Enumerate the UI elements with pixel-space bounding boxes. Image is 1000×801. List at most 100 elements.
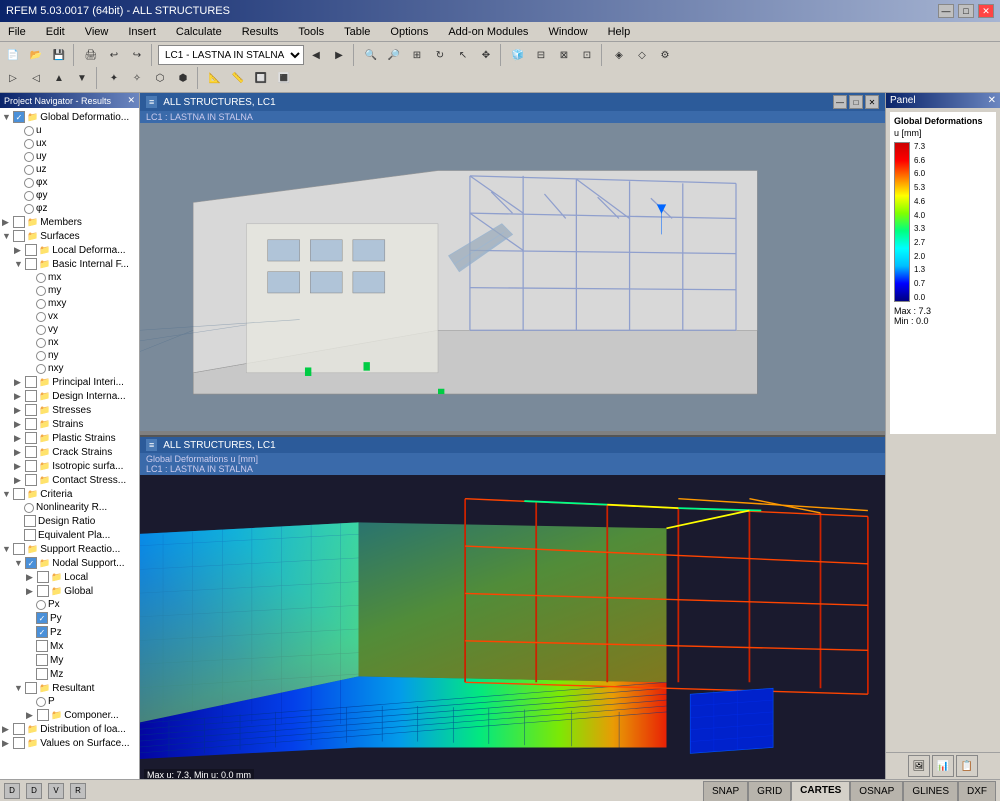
tb2-btn1[interactable]: ▷	[2, 67, 24, 89]
tree-item[interactable]: ▶📁Design Interna...	[2, 389, 137, 403]
tree-item[interactable]: ▶📁Plastic Strains	[2, 431, 137, 445]
tree-folder-check[interactable]	[25, 682, 37, 694]
tree-item[interactable]: Nonlinearity R...	[2, 501, 137, 514]
tree-checkbox[interactable]	[36, 640, 48, 652]
menu-item-results[interactable]: Results	[238, 24, 283, 40]
tb2-btn2[interactable]: ◁	[25, 67, 47, 89]
move-button[interactable]: ✥	[475, 44, 497, 66]
rotate-button[interactable]: ↻	[429, 44, 451, 66]
status-tab-cartes[interactable]: CARTES	[791, 781, 850, 801]
view-top-close-button[interactable]: ✕	[865, 95, 879, 109]
status-indicator-2[interactable]: D	[26, 783, 42, 799]
view-top-max-button[interactable]: □	[849, 95, 863, 109]
tree-folder-check[interactable]	[25, 460, 37, 472]
tree-item[interactable]: ▼📁Surfaces	[2, 229, 137, 243]
render-button[interactable]: ◈	[608, 44, 630, 66]
tree-item[interactable]: mxy	[2, 297, 137, 310]
tree-radio[interactable]	[24, 503, 34, 513]
view-xz-button[interactable]: ⊠	[553, 44, 575, 66]
tree-expand-icon[interactable]: ▼	[14, 259, 24, 269]
tree-folder-check[interactable]	[25, 390, 37, 402]
tree-folder-check[interactable]	[25, 474, 37, 486]
zoom-out-button[interactable]: 🔎	[383, 44, 405, 66]
maximize-button[interactable]: □	[958, 4, 974, 18]
tree-item[interactable]: ▶📁Members	[2, 215, 137, 229]
tree-item[interactable]: ▼📁Resultant	[2, 681, 137, 695]
print-button[interactable]: 🖨	[80, 44, 102, 66]
view-3d-button[interactable]: 🧊	[507, 44, 529, 66]
tree-item[interactable]: nx	[2, 336, 137, 349]
tree-folder-check[interactable]	[13, 543, 25, 555]
tree-folder-check[interactable]	[37, 709, 49, 721]
tree-expand-icon[interactable]: ▶	[14, 391, 24, 402]
tree-checkbox[interactable]: ✓	[36, 626, 48, 638]
tree-item[interactable]: ux	[2, 137, 137, 150]
menu-item-edit[interactable]: Edit	[42, 24, 69, 40]
tree-item[interactable]: P	[2, 695, 137, 708]
tb2-btn10[interactable]: 📏	[227, 67, 249, 89]
tree-folder-check[interactable]	[37, 585, 49, 597]
tree-radio[interactable]	[24, 165, 34, 175]
tree-folder-check[interactable]	[25, 376, 37, 388]
tree-expand-icon[interactable]: ▶	[14, 461, 24, 472]
tree-item[interactable]: uy	[2, 150, 137, 163]
tree-folder-check[interactable]	[25, 258, 37, 270]
tree-item[interactable]: u	[2, 124, 137, 137]
status-tab-grid[interactable]: GRID	[748, 781, 791, 801]
status-indicator-4[interactable]: R	[70, 783, 86, 799]
tree-item[interactable]: My	[2, 653, 137, 667]
tree-expand-icon[interactable]: ▶	[2, 217, 12, 228]
tb2-btn7[interactable]: ⬡	[149, 67, 171, 89]
fit-button[interactable]: ⊞	[406, 44, 428, 66]
menu-item-insert[interactable]: Insert	[124, 24, 160, 40]
tree-radio[interactable]	[24, 204, 34, 214]
tree-radio[interactable]	[24, 178, 34, 188]
tree-expand-icon[interactable]: ▼	[14, 683, 24, 693]
status-indicator-1[interactable]: D	[4, 783, 20, 799]
tree-folder-check[interactable]: ✓	[25, 557, 37, 569]
tree-item[interactable]: ny	[2, 349, 137, 362]
tree-radio[interactable]	[36, 600, 46, 610]
view-yz-button[interactable]: ⊡	[576, 44, 598, 66]
tree-checkbox[interactable]: ✓	[36, 612, 48, 624]
tree-radio[interactable]	[36, 273, 46, 283]
tree-item[interactable]: Px	[2, 598, 137, 611]
wire-button[interactable]: ◇	[631, 44, 653, 66]
tree-item[interactable]: my	[2, 284, 137, 297]
open-button[interactable]: 📂	[25, 44, 47, 66]
tree-radio[interactable]	[24, 191, 34, 201]
tree-folder-check[interactable]	[25, 244, 37, 256]
tree-radio[interactable]	[36, 364, 46, 374]
tb2-btn12[interactable]: 🔳	[273, 67, 295, 89]
tree-expand-icon[interactable]: ▶	[14, 377, 24, 388]
tree-expand-icon[interactable]: ▼	[14, 558, 24, 568]
tree-radio[interactable]	[24, 152, 34, 162]
tree-item[interactable]: ▶📁Crack Strains	[2, 445, 137, 459]
tree-radio[interactable]	[36, 299, 46, 309]
tree-item[interactable]: ▶📁Local Deforma...	[2, 243, 137, 257]
tb2-btn6[interactable]: ✧	[126, 67, 148, 89]
tree-folder-check[interactable]	[37, 571, 49, 583]
tree-item[interactable]: ▶📁Isotropic surfa...	[2, 459, 137, 473]
tb2-btn5[interactable]: ✦	[103, 67, 125, 89]
tree-radio[interactable]	[24, 139, 34, 149]
panel-btn-2[interactable]: 📊	[932, 755, 954, 777]
tree-expand-icon[interactable]: ▶	[2, 724, 12, 735]
tree-folder-check[interactable]	[25, 432, 37, 444]
tree-expand-icon[interactable]: ▼	[2, 489, 12, 499]
menu-item-help[interactable]: Help	[604, 24, 635, 40]
menu-item-file[interactable]: File	[4, 24, 30, 40]
tree-item[interactable]: ▶📁Global	[2, 584, 137, 598]
tree-item[interactable]: ▼📁Criteria	[2, 487, 137, 501]
view-top-menu-icon[interactable]: ≡	[146, 96, 157, 108]
status-tab-snap[interactable]: SNAP	[703, 781, 748, 801]
tree-item[interactable]: Mz	[2, 667, 137, 681]
view-bottom-canvas[interactable]: Max u: 7.3, Min u: 0.0 mm	[140, 475, 885, 779]
tree-folder-check[interactable]	[25, 418, 37, 430]
menu-item-addonmodules[interactable]: Add-on Modules	[444, 24, 532, 40]
tree-folder-check[interactable]	[13, 723, 25, 735]
tree-expand-icon[interactable]: ▶	[14, 419, 24, 430]
tree-item[interactable]: ▶📁Contact Stress...	[2, 473, 137, 487]
tree-checkbox[interactable]	[24, 515, 36, 527]
menu-item-view[interactable]: View	[81, 24, 113, 40]
